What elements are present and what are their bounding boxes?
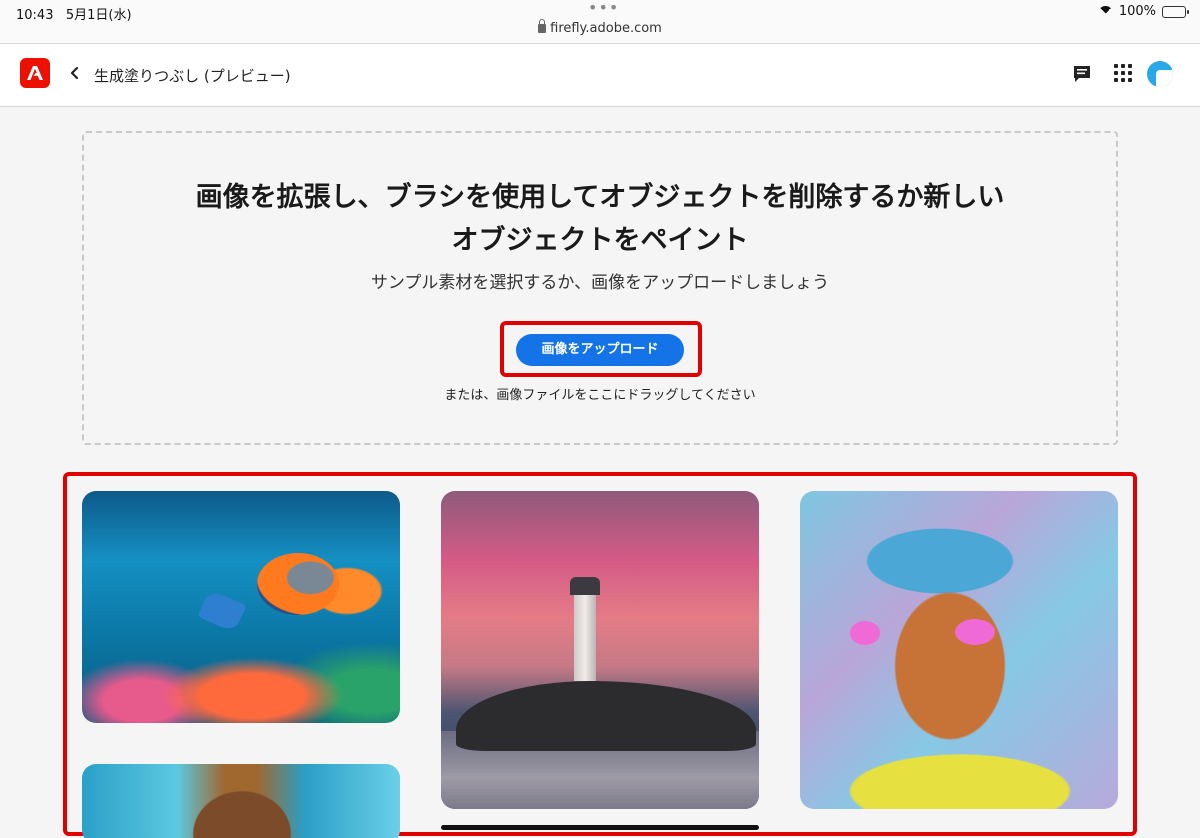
battery-percent: 100% bbox=[1118, 4, 1156, 19]
drag-hint: または、画像ファイルをここにドラッグしてください bbox=[444, 388, 756, 403]
app-header: 生成塗りつぶし (プレビュー) bbox=[0, 44, 1200, 107]
heading-line-2: オブジェクトをペイント bbox=[451, 225, 749, 256]
avatar[interactable] bbox=[1147, 61, 1173, 87]
status-bar: 10:43 5月1日(水) ••• firefly.adobe.com 100% bbox=[0, 0, 1200, 44]
sample-image-portrait[interactable] bbox=[800, 491, 1118, 809]
adobe-a-glyph bbox=[27, 66, 43, 80]
upload-subheading: サンプル素材を選択するか、画像をアップロードしましょう bbox=[370, 273, 830, 293]
lock-icon bbox=[538, 19, 547, 33]
fish-fin bbox=[197, 588, 247, 634]
sample-image-bear[interactable] bbox=[82, 764, 400, 838]
upload-heading: 画像を拡張し、ブラシを使用してオブジェクトを削除するか新しい オブジェクトをペイ… bbox=[0, 176, 1200, 262]
status-indicators: 100% bbox=[1097, 4, 1189, 19]
sample-image-fish[interactable] bbox=[82, 491, 400, 723]
lighthouse-lamp bbox=[570, 577, 600, 595]
cheek-paint bbox=[850, 621, 880, 645]
apps-grid-icon[interactable] bbox=[1114, 64, 1132, 82]
battery-icon bbox=[1162, 5, 1189, 18]
address-bar[interactable]: firefly.adobe.com bbox=[0, 19, 1200, 36]
cheek-paint bbox=[955, 619, 995, 645]
sample-image-lighthouse[interactable] bbox=[441, 491, 759, 809]
heading-line-1: 画像を拡張し、ブラシを使用してオブジェクトを削除するか新しい bbox=[195, 182, 1005, 213]
more-dots-icon[interactable]: ••• bbox=[588, 0, 619, 16]
lighthouse-tower bbox=[574, 593, 596, 681]
rock bbox=[456, 681, 756, 751]
fish-body bbox=[257, 553, 339, 615]
back-chevron-icon[interactable] bbox=[66, 64, 84, 82]
upload-image-button[interactable]: 画像をアップロード bbox=[516, 334, 684, 366]
feedback-icon[interactable] bbox=[1073, 65, 1091, 83]
adobe-logo-icon[interactable] bbox=[20, 58, 50, 88]
url-text: firefly.adobe.com bbox=[550, 21, 662, 36]
page-title: 生成塗りつぶし (プレビュー) bbox=[94, 67, 291, 85]
wifi-icon bbox=[1097, 6, 1113, 17]
home-indicator[interactable] bbox=[441, 825, 759, 830]
